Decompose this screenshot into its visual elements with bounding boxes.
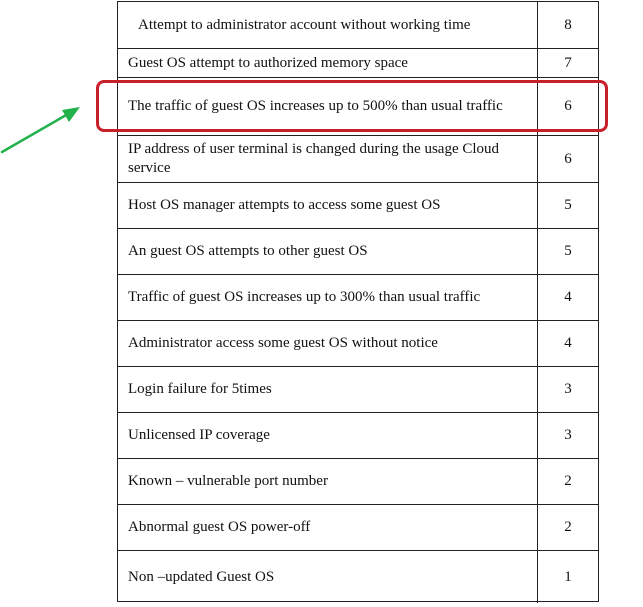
table-cell-score: 5 [564,243,572,259]
table-cell-score: 7 [564,54,572,71]
table-cell-description: Administrator access some guest OS witho… [118,321,538,366]
table-cell-description: An guest OS attempts to other guest OS [118,229,538,274]
table-cell-score: 2 [564,519,572,535]
table-cell-description: IP address of user terminal is changed d… [118,136,538,182]
table-row: Administrator access some guest OS witho… [118,321,598,367]
table-cell-description: Abnormal guest OS power-off [118,505,538,550]
table-cell-score: 2 [564,473,572,489]
table-row: Login failure for 5times 3 [118,367,598,413]
table-cell-description: Login failure for 5times [118,367,538,412]
table-row: Attempt to administrator account without… [118,2,598,49]
table-row: Unlicensed IP coverage 3 [118,413,598,459]
table-cell-description: Non –updated Guest OS [118,551,538,603]
table-cell-score: 5 [564,197,572,213]
table-cell-score: 3 [564,427,572,443]
highlight-box [96,80,608,132]
table-cell-description: Guest OS attempt to authorized memory sp… [118,49,538,77]
table-cell-score: 4 [564,335,572,351]
table-cell-description: Traffic of guest OS increases up to 300%… [118,275,538,320]
table-row: Abnormal guest OS power-off 2 [118,505,598,551]
table-cell-score: 8 [564,16,572,33]
table-cell-description: Attempt to administrator account without… [118,2,538,48]
table-row: Known – vulnerable port number 2 [118,459,598,505]
table-cell-score: 6 [564,150,572,167]
table-row: Guest OS attempt to authorized memory sp… [118,49,598,78]
table-cell-score: 4 [564,289,572,305]
table-cell-score: 3 [564,381,572,397]
table-cell-description: Known – vulnerable port number [118,459,538,504]
table-cell-description: Host OS manager attempts to access some … [118,183,538,228]
table-row: Non –updated Guest OS 1 [118,551,598,603]
table-row: An guest OS attempts to other guest OS 5 [118,229,598,275]
table-row: Host OS manager attempts to access some … [118,183,598,229]
green-arrow-icon [0,107,80,154]
table-row: Traffic of guest OS increases up to 300%… [118,275,598,321]
table-cell-description: Unlicensed IP coverage [118,413,538,458]
table-cell-score: 1 [564,568,572,585]
table-row: IP address of user terminal is changed d… [118,136,598,183]
